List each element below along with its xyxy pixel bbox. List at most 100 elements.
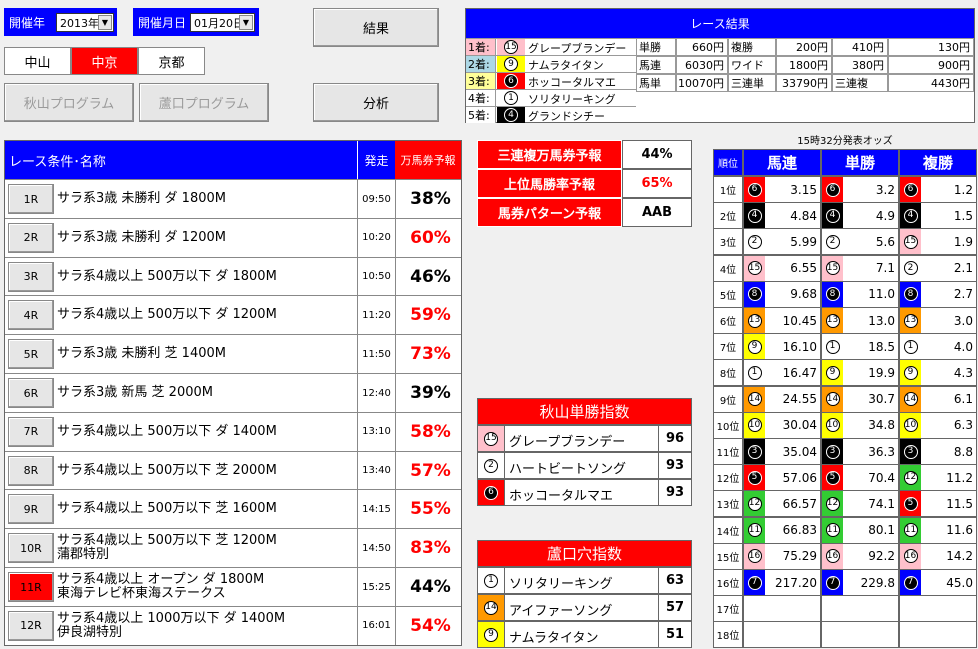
horse-number: 7 — [747, 575, 762, 590]
horse-number: 11 — [747, 523, 762, 538]
odds-cell: 1 4.0 — [899, 333, 977, 361]
race-row: 12R サラ系4歳以上 1000万以下 ダ 1400M 伊良湖特別 16:01 54% — [5, 605, 461, 645]
race-number-button[interactable]: 12R — [8, 610, 54, 641]
race-number-button[interactable]: 11R — [8, 572, 54, 602]
race-post-time: 10:20 — [357, 218, 395, 257]
index-row: 1 ソリタリーキング 63 — [477, 567, 692, 594]
horse-number-icon: 8 — [900, 281, 921, 307]
odds-cell: 10 30.04 — [743, 411, 821, 439]
date-select[interactable]: 01月20日 ▼ — [190, 13, 255, 32]
payout-cell: 馬単 — [636, 74, 676, 92]
horse-number: 14 — [484, 600, 498, 615]
tab-venue-nakayama[interactable]: 中山 — [4, 47, 71, 75]
race-list-header-name: レース条件･名称 — [5, 141, 357, 179]
horse-number-icon: 5 — [744, 465, 765, 491]
race-manbaken-pct: 59% — [395, 296, 465, 335]
year-select[interactable]: 2013年 ▼ — [56, 13, 114, 32]
tab-venue-chukyo[interactable]: 中京 — [71, 47, 138, 75]
analysis-button[interactable]: 分析 — [313, 83, 439, 122]
horse-number-icon: 2 — [900, 255, 921, 281]
horse-number-icon: 10 — [900, 412, 921, 438]
odds-cell — [899, 621, 977, 649]
horse-number-icon: 2 — [744, 229, 765, 255]
akiyama-index-rows: 15 グレープブランデー 96 2 ハートビートソング 93 6 ホッコータルマエ 93 — [477, 425, 692, 507]
odds-rank: 2位 — [713, 202, 743, 230]
race-number-button[interactable]: 1R — [8, 184, 54, 214]
horse-number: 1 — [504, 91, 518, 105]
odds-value: 229.8 — [860, 575, 895, 590]
odds-value: 36.3 — [868, 444, 895, 459]
index-row: 2 ハートビートソング 93 — [477, 452, 692, 479]
odds-cell: 15 7.1 — [821, 254, 899, 282]
odds-value: 74.1 — [868, 496, 895, 511]
odds-cell: 7 217.20 — [743, 569, 821, 596]
odds-value: 7.1 — [875, 261, 895, 276]
odds-value: 217.20 — [775, 575, 817, 590]
placing-label: 5着: — [466, 107, 496, 123]
race-number-button[interactable]: 4R — [8, 300, 54, 331]
horse-number-icon: 15 — [822, 255, 843, 281]
odds-rank: 6位 — [713, 307, 743, 334]
odds-cell: 8 9.68 — [743, 280, 821, 308]
race-number-button[interactable]: 3R — [8, 261, 54, 292]
race-number-button[interactable]: 9R — [8, 494, 54, 525]
odds-value: 4.84 — [790, 208, 817, 223]
race-number-button[interactable]: 2R — [8, 222, 54, 253]
odds-cell: 5 11.5 — [899, 490, 977, 518]
akiyama-index-panel: 秋山単勝指数 15 グレープブランデー 96 2 ハートビートソング 93 6 ホッコータルマ… — [477, 398, 692, 508]
horse-number: 4 — [504, 108, 518, 122]
forecast-value: 65% — [622, 169, 692, 198]
horse-number-icon: 16 — [900, 543, 921, 569]
horse-number-icon: 16 — [744, 543, 765, 569]
horse-number: 12 — [825, 496, 840, 511]
odds-value: 30.7 — [868, 392, 895, 407]
horse-number-icon: 11 — [744, 517, 765, 543]
odds-value: 11.6 — [946, 523, 973, 538]
race-condition: サラ系3歳 未勝利 芝 1400M — [57, 346, 226, 362]
horse-number-icon: 2 — [822, 229, 843, 255]
odds-value: 11.0 — [868, 287, 895, 302]
odds-value: 11.2 — [946, 470, 973, 485]
index-score: 63 — [658, 568, 691, 593]
race-name: サラ系4歳以上 500万以下 ダ 1800M — [57, 258, 277, 296]
rokaku-program-button[interactable]: 蘆口プログラム — [139, 83, 269, 122]
odds-header-rank: 順位 — [713, 149, 743, 176]
horse-number-icon: 15 — [478, 426, 505, 451]
horse-number-icon: 1 — [744, 360, 765, 386]
odds-cell: 1 16.47 — [743, 359, 821, 387]
horse-number: 4 — [903, 208, 918, 223]
placing-label: 1着: — [466, 39, 496, 55]
race-title: 伊良湖特別 — [57, 624, 123, 640]
horse-number: 9 — [504, 57, 518, 71]
race-title: 蒲郡特別 — [57, 547, 110, 563]
horse-number: 7 — [903, 575, 918, 590]
race-name: サラ系4歳以上 1000万以下 ダ 1400M 伊良湖特別 — [57, 607, 285, 645]
race-number-button[interactable]: 5R — [8, 339, 54, 370]
horse-number: 14 — [825, 392, 840, 407]
odds-value: 35.04 — [782, 444, 817, 459]
race-number-button[interactable]: 7R — [8, 416, 54, 447]
horse-number-icon: 6 — [822, 177, 843, 202]
result-button[interactable]: 結果 — [313, 8, 439, 47]
odds-cell: 2 2.1 — [899, 254, 977, 282]
tab-venue-kyoto[interactable]: 京都 — [138, 47, 205, 75]
race-number-button[interactable]: 10R — [8, 533, 54, 564]
odds-cell — [743, 621, 821, 649]
odds-value: 4.9 — [875, 208, 895, 223]
race-title: 東海テレビ杯東海ステークス — [57, 586, 226, 601]
race-number-button[interactable]: 6R — [8, 378, 54, 408]
odds-cell: 3 8.8 — [899, 438, 977, 465]
horse-number: 15 — [484, 431, 498, 446]
race-condition: サラ系3歳 新馬 芝 2000M — [57, 385, 213, 400]
horse-number: 8 — [747, 287, 762, 302]
odds-cell: 12 66.57 — [743, 490, 821, 518]
horse-number-icon: 4 — [744, 203, 765, 229]
odds-rank: 7位 — [713, 333, 743, 361]
odds-value: 2.1 — [953, 261, 973, 276]
race-number-button[interactable]: 8R — [8, 455, 54, 486]
horse-number: 8 — [903, 287, 918, 302]
akiyama-program-button[interactable]: 秋山プログラム — [4, 83, 134, 122]
horse-number: 5 — [825, 470, 840, 485]
horse-number-icon: 15 — [497, 39, 525, 55]
odds-value: 5.6 — [875, 234, 895, 249]
